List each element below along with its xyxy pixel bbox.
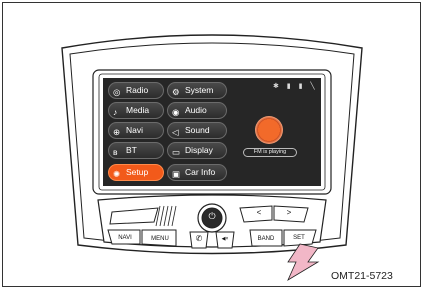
sound-icon: ◁	[172, 126, 179, 137]
infotainment-screen: ◎ Radio ♪ Media ⊕ Navi ʙ BT ✺ Setup ⚙ System ◉…	[103, 78, 321, 186]
display-icon: ▭	[172, 146, 181, 157]
setup-icon: ✺	[113, 168, 121, 179]
figure-caption: OMT21-5723	[331, 270, 393, 282]
set-button[interactable]: SET	[286, 235, 312, 241]
system-icon: ⚙	[172, 86, 180, 97]
car-info-icon: ▣	[172, 168, 181, 179]
now-playing-label: FM is playing	[243, 148, 297, 157]
menu-car-info[interactable]: ▣ Car Info	[167, 164, 227, 181]
next-button[interactable]: >	[280, 208, 298, 217]
menu-radio[interactable]: ◎ Radio	[108, 82, 164, 99]
menu-media[interactable]: ♪ Media	[108, 102, 164, 119]
radio-icon: ◎	[113, 86, 121, 97]
navi-button[interactable]: NAVI	[112, 235, 138, 241]
menu-bt[interactable]: ʙ BT	[108, 142, 164, 159]
menu-button[interactable]: MENU	[146, 236, 174, 242]
power-icon[interactable]: ⏻	[204, 211, 220, 222]
menu-sound[interactable]: ◁ Sound	[167, 122, 227, 139]
menu-audio[interactable]: ◉ Audio	[167, 102, 227, 119]
fm-radio-icon[interactable]	[255, 116, 283, 144]
band-button[interactable]: BAND	[252, 236, 280, 242]
menu-setup[interactable]: ✺ Setup	[108, 164, 164, 181]
bluetooth-icon: ʙ	[113, 146, 118, 157]
prev-button[interactable]: <	[250, 208, 268, 217]
mute-icon[interactable]: ◀×	[218, 236, 232, 242]
menu-display[interactable]: ▭ Display	[167, 142, 227, 159]
media-icon: ♪	[113, 106, 118, 117]
audio-icon: ◉	[172, 106, 180, 117]
phone-icon[interactable]: ✆	[192, 234, 206, 243]
menu-system[interactable]: ⚙ System	[167, 82, 227, 99]
navi-icon: ⊕	[113, 126, 121, 137]
status-bar: ✱ ▮ ▮ ╲	[273, 83, 318, 90]
menu-navi[interactable]: ⊕ Navi	[108, 122, 164, 139]
